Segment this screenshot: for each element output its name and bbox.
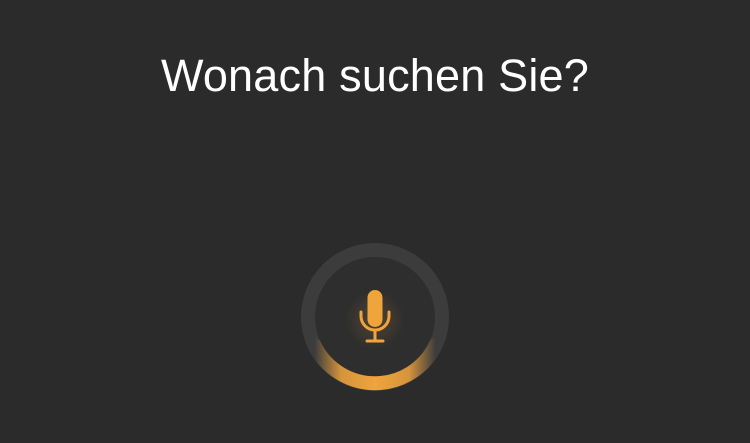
mic-button[interactable] (300, 242, 450, 392)
voice-prompt: Wonach suchen Sie? (160, 50, 590, 101)
voice-search-screen: Wonach suchen Sie? (0, 0, 750, 443)
